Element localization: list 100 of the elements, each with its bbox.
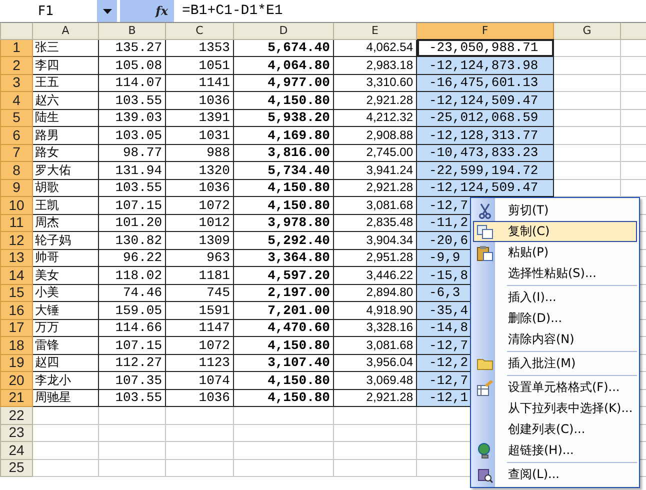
- table-cell[interactable]: 3,328.16: [334, 319, 416, 336]
- table-cell[interactable]: 1031: [166, 126, 234, 144]
- table-cell[interactable]: 3,978.80: [234, 214, 334, 232]
- table-cell[interactable]: 1591: [166, 302, 234, 319]
- row-header[interactable]: 25: [0, 459, 32, 476]
- table-cell[interactable]: 1123: [166, 354, 234, 372]
- column-header[interactable]: C: [166, 23, 234, 39]
- table-cell[interactable]: 103.55: [98, 92, 166, 109]
- table-cell[interactable]: 周杰: [32, 214, 98, 232]
- row-header[interactable]: 7: [0, 144, 32, 162]
- row-header[interactable]: 12: [0, 232, 32, 249]
- table-cell[interactable]: 131.94: [98, 162, 166, 179]
- table-cell[interactable]: 2,983.18: [334, 56, 416, 74]
- row-header[interactable]: 8: [0, 162, 32, 179]
- table-cell[interactable]: 2,197.00: [234, 284, 334, 302]
- table-cell[interactable]: 118.02: [98, 266, 166, 284]
- row-header[interactable]: 18: [0, 336, 32, 354]
- table-cell[interactable]: 4,597.20: [234, 266, 334, 284]
- table-cell[interactable]: 74.46: [98, 284, 166, 302]
- table-cell[interactable]: 美女: [32, 266, 98, 284]
- table-cell[interactable]: 2,921.28: [334, 92, 416, 109]
- table-cell[interactable]: 5,292.40: [234, 232, 334, 249]
- menu-item[interactable]: 插入(I)...: [473, 287, 637, 308]
- table-cell[interactable]: -22,599,194.72: [416, 162, 554, 179]
- table-cell[interactable]: 3,816.00: [234, 144, 334, 162]
- table-cell[interactable]: 3,364.80: [234, 249, 334, 266]
- menu-item[interactable]: 创建列表(C)...: [473, 419, 637, 440]
- table-cell[interactable]: -10,473,833.23: [416, 144, 554, 162]
- table-cell[interactable]: 2,951.28: [334, 249, 416, 266]
- table-cell[interactable]: 103.55: [98, 389, 166, 406]
- table-cell[interactable]: 1074: [166, 372, 234, 389]
- table-cell[interactable]: -12,124,873.98: [416, 56, 554, 74]
- table-cell[interactable]: 4,918.90: [334, 302, 416, 319]
- column-header[interactable]: B: [98, 23, 166, 39]
- name-box[interactable]: F1: [0, 0, 97, 22]
- column-header[interactable]: G: [554, 23, 620, 39]
- row-header[interactable]: 16: [0, 302, 32, 319]
- table-cell[interactable]: 107.15: [98, 336, 166, 354]
- row-header[interactable]: 21: [0, 389, 32, 406]
- table-cell[interactable]: 4,150.80: [234, 92, 334, 109]
- table-cell[interactable]: 7,201.00: [234, 302, 334, 319]
- column-header[interactable]: E: [334, 23, 416, 39]
- table-cell[interactable]: 1181: [166, 266, 234, 284]
- table-cell[interactable]: 王凯: [32, 196, 98, 214]
- table-cell[interactable]: 114.07: [98, 74, 166, 92]
- table-cell[interactable]: 4,150.80: [234, 179, 334, 196]
- table-cell[interactable]: 陆生: [32, 109, 98, 126]
- table-cell[interactable]: 159.05: [98, 302, 166, 319]
- table-cell[interactable]: 1141: [166, 74, 234, 92]
- column-header[interactable]: D: [234, 23, 334, 39]
- table-cell[interactable]: 1309: [166, 232, 234, 249]
- table-cell[interactable]: 96.22: [98, 249, 166, 266]
- table-cell[interactable]: 1391: [166, 109, 234, 126]
- table-cell[interactable]: 4,150.80: [234, 336, 334, 354]
- table-cell[interactable]: 1072: [166, 336, 234, 354]
- table-cell[interactable]: -25,012,068.59: [416, 109, 554, 126]
- table-cell[interactable]: 4,150.80: [234, 372, 334, 389]
- table-cell[interactable]: 1353: [166, 39, 234, 56]
- table-cell[interactable]: -16,475,601.13: [416, 74, 554, 92]
- table-cell[interactable]: 2,835.48: [334, 214, 416, 232]
- table-cell[interactable]: 4,150.80: [234, 196, 334, 214]
- row-header[interactable]: 13: [0, 249, 32, 266]
- table-cell[interactable]: 罗大佑: [32, 162, 98, 179]
- table-cell[interactable]: 2,745.00: [334, 144, 416, 162]
- table-cell[interactable]: 万万: [32, 319, 98, 336]
- row-header[interactable]: 24: [0, 442, 32, 459]
- table-cell[interactable]: 王五: [32, 74, 98, 92]
- table-cell[interactable]: 赵四: [32, 354, 98, 372]
- table-cell[interactable]: 4,062.54: [334, 39, 416, 56]
- table-cell[interactable]: 139.03: [98, 109, 166, 126]
- table-cell[interactable]: 5,674.40: [234, 39, 334, 56]
- table-cell[interactable]: 988: [166, 144, 234, 162]
- table-cell[interactable]: 3,081.68: [334, 196, 416, 214]
- column-header[interactable]: F: [416, 23, 554, 39]
- row-header[interactable]: 9: [0, 179, 32, 196]
- table-cell[interactable]: 周驰星: [32, 389, 98, 406]
- column-header[interactable]: A: [32, 23, 98, 39]
- menu-item[interactable]: 超链接(H)...: [473, 440, 637, 461]
- menu-item[interactable]: 设置单元格格式(F)...: [473, 377, 637, 398]
- table-cell[interactable]: 路女: [32, 144, 98, 162]
- table-cell[interactable]: 135.27: [98, 39, 166, 56]
- row-header[interactable]: 15: [0, 284, 32, 302]
- table-cell[interactable]: 98.77: [98, 144, 166, 162]
- table-cell[interactable]: 2,921.28: [334, 179, 416, 196]
- table-cell[interactable]: -12,128,313.77: [416, 126, 554, 144]
- menu-item[interactable]: 粘贴(P): [473, 242, 637, 263]
- table-cell[interactable]: 4,977.00: [234, 74, 334, 92]
- row-header[interactable]: 2: [0, 56, 32, 74]
- row-header[interactable]: 19: [0, 354, 32, 372]
- row-header[interactable]: 4: [0, 92, 32, 109]
- table-cell[interactable]: 轮子妈: [32, 232, 98, 249]
- row-header[interactable]: 5: [0, 109, 32, 126]
- menu-item[interactable]: 删除(D)...: [473, 308, 637, 329]
- menu-item[interactable]: 复制(C): [473, 221, 637, 242]
- menu-item[interactable]: 剪切(T): [473, 200, 637, 221]
- table-cell[interactable]: 张三: [32, 39, 98, 56]
- table-cell[interactable]: 3,904.34: [334, 232, 416, 249]
- table-cell[interactable]: 4,470.60: [234, 319, 334, 336]
- table-cell[interactable]: 1036: [166, 389, 234, 406]
- table-cell[interactable]: 103.55: [98, 179, 166, 196]
